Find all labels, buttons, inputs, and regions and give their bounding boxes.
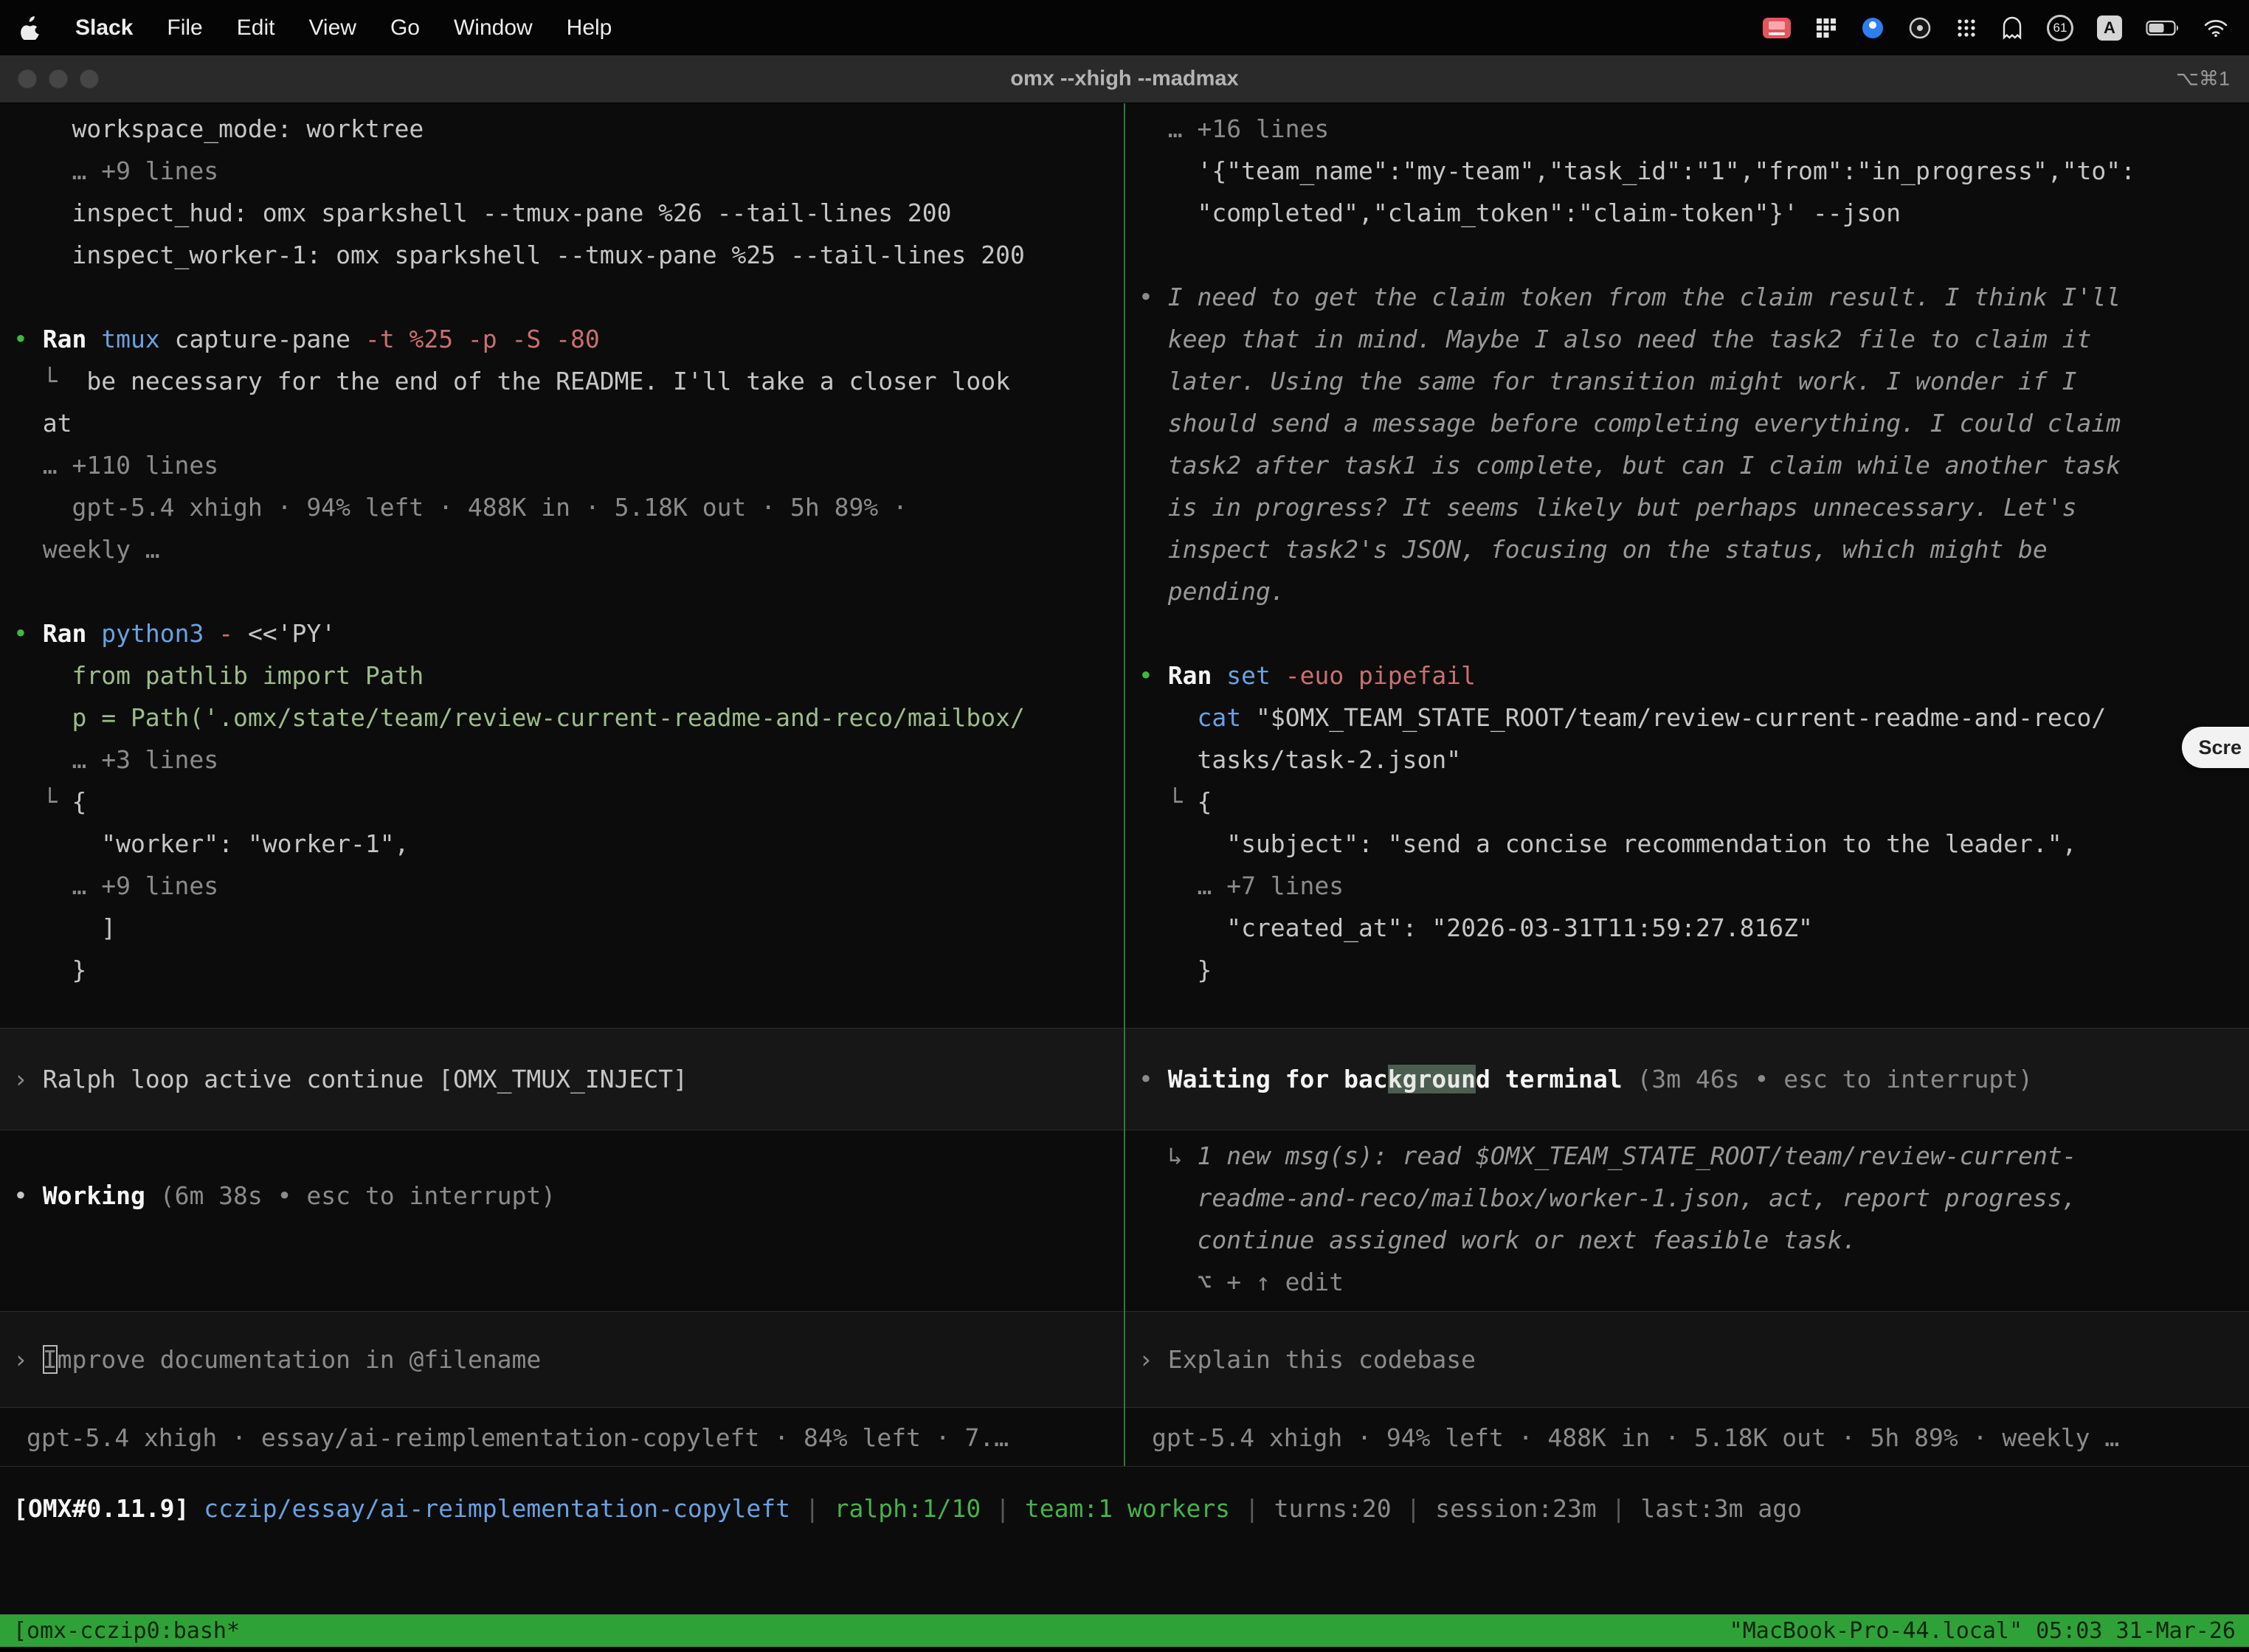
- terminal-line: • Ran tmux capture-pane -t %25 -p -S -80: [13, 318, 1124, 360]
- terminal-line: … +110 lines: [13, 444, 1124, 486]
- screen-overlay-button[interactable]: Scre: [2182, 727, 2249, 768]
- terminal-line: task2 after task1 is complete, but can I…: [1139, 444, 2249, 486]
- terminal-line: • I need to get the claim token from the…: [1139, 276, 2249, 318]
- window-shortcut-hint: ⌥⌘1: [2176, 68, 2230, 91]
- terminal-line: "worker": "worker-1",: [13, 823, 1124, 865]
- terminal-line: pending.: [1139, 570, 2249, 612]
- tmux-host-clock: "MacBook-Pro-44.local" 05:03 31-Mar-26: [1730, 1610, 2236, 1652]
- terminal-line: [13, 276, 1124, 318]
- left-pane-transcript: workspace_mode: worktree … +9 lines insp…: [13, 108, 1124, 991]
- terminal-line: inspect_worker-1: omx sparkshell --tmux-…: [13, 234, 1124, 276]
- terminal-line: └ be necessary for the end of the README…: [13, 360, 1124, 402]
- terminal-line: › Explain this codebase: [1139, 1338, 2249, 1380]
- menu-item-window[interactable]: Window: [454, 15, 533, 41]
- menu-item-go[interactable]: Go: [390, 15, 420, 41]
- active-app-name[interactable]: Slack: [75, 15, 133, 41]
- terminal-line: is in progress? It seems likely but perh…: [1139, 486, 2249, 528]
- terminal-line: tasks/task-2.json": [1139, 739, 2249, 781]
- terminal-line: readme-and-reco/mailbox/worker-1.json, a…: [1139, 1177, 2249, 1219]
- terminal-line: ⌥ + ↑ edit: [1139, 1261, 2249, 1303]
- terminal-line: … +9 lines: [13, 150, 1124, 192]
- mailbox-message: ↳ 1 new msg(s): read $OMX_TEAM_STATE_ROO…: [1139, 1135, 2249, 1303]
- terminal-line: … +16 lines: [1139, 108, 2249, 150]
- battery-icon[interactable]: [2146, 15, 2180, 41]
- terminal-line: workspace_mode: worktree: [13, 108, 1124, 150]
- blue-app-icon[interactable]: [1861, 15, 1884, 41]
- battery-percent-badge[interactable]: 61: [2047, 15, 2073, 41]
- menu-item-edit[interactable]: Edit: [237, 15, 275, 41]
- window-title-bar: omx --xhigh --madmax ⌥⌘1: [0, 55, 2249, 103]
- left-pane[interactable]: workspace_mode: worktree … +9 lines insp…: [0, 103, 1124, 1466]
- menu-item-view[interactable]: View: [308, 15, 356, 41]
- dark-app-icon[interactable]: [1908, 15, 1932, 41]
- prompt-input-right[interactable]: › Explain this codebase: [1125, 1311, 2249, 1408]
- tmux-panes: workspace_mode: worktree … +9 lines insp…: [0, 103, 2249, 1467]
- right-pane[interactable]: … +16 lines '{"team_name":"my-team","tas…: [1124, 103, 2249, 1466]
- terminal-line: › Ralph loop active continue [OMX_TMUX_I…: [13, 1058, 1124, 1100]
- working-status: • Working (6m 38s • esc to interrupt): [13, 1175, 1124, 1217]
- terminal-line: … +9 lines: [13, 865, 1124, 907]
- apple-menu-icon[interactable]: [21, 16, 41, 40]
- terminal-line: ]: [13, 907, 1124, 949]
- right-pane-footer: › Explain this codebase gpt-5.4 xhigh · …: [1125, 1311, 2249, 1466]
- terminal-line: "created_at": "2026-03-31T11:59:27.816Z": [1139, 907, 2249, 949]
- terminal-line: … +7 lines: [1139, 865, 2249, 907]
- prompt-input-left[interactable]: › Improve documentation in @filename: [0, 1311, 1124, 1408]
- terminal-line: • Waiting for background terminal (3m 46…: [1139, 1058, 2249, 1100]
- terminal-line: [13, 570, 1124, 612]
- terminal-line: • Ran set -euo pipefail: [1139, 654, 2249, 697]
- terminal-line: keep that in mind. Maybe I also need the…: [1139, 318, 2249, 360]
- terminal-line: [1139, 612, 2249, 654]
- terminal-line: should send a message before completing …: [1139, 402, 2249, 444]
- terminal-window: workspace_mode: worktree … +9 lines insp…: [0, 103, 2249, 1647]
- left-pane-footer: › Improve documentation in @filename gpt…: [0, 1311, 1124, 1466]
- terminal-line: later. Using the same for transition mig…: [1139, 360, 2249, 402]
- terminal-line: p = Path('.omx/state/team/review-current…: [13, 697, 1124, 739]
- terminal-line: [OMX#0.11.9] cczip/essay/ai-reimplementa…: [13, 1487, 2249, 1530]
- terminal-line: }: [1139, 949, 2249, 991]
- terminal-line: inspect_hud: omx sparkshell --tmux-pane …: [13, 192, 1124, 234]
- terminal-line: gpt-5.4 xhigh · 94% left · 488K in · 5.1…: [13, 486, 1124, 528]
- tmux-status-bar: [omx-cczip0:bash* "MacBook-Pro-44.local"…: [0, 1614, 2249, 1647]
- tmux-session-label: [omx-cczip0:bash*: [13, 1610, 240, 1652]
- terminal-line: }: [13, 949, 1124, 991]
- ghost-app-icon[interactable]: [2001, 15, 2023, 41]
- terminal-line: from pathlib import Path: [13, 654, 1124, 697]
- terminal-line: └ {: [1139, 781, 2249, 823]
- right-pane-transcript: … +16 lines '{"team_name":"my-team","tas…: [1139, 108, 2249, 991]
- grid-app-icon[interactable]: [1815, 15, 1837, 41]
- terminal-line: '{"team_name":"my-team","task_id":"1","f…: [1139, 150, 2249, 192]
- terminal-line: cat "$OMX_TEAM_STATE_ROOT/team/review-cu…: [1139, 697, 2249, 739]
- app-switcher-dots-icon[interactable]: [1955, 15, 1977, 41]
- terminal-line: • Ran python3 - <<'PY': [13, 612, 1124, 654]
- ralph-loop-notice: › Ralph loop active continue [OMX_TMUX_I…: [0, 1028, 1124, 1130]
- terminal-line: "subject": "send a concise recommendatio…: [1139, 823, 2249, 865]
- terminal-line: • Working (6m 38s • esc to interrupt): [13, 1175, 1124, 1217]
- wifi-icon[interactable]: [2203, 15, 2228, 41]
- terminal-line: … +3 lines: [13, 739, 1124, 781]
- window-title: omx --xhigh --madmax: [1010, 67, 1238, 91]
- right-model-status: gpt-5.4 xhigh · 94% left · 488K in · 5.1…: [1125, 1417, 2249, 1459]
- input-source-icon[interactable]: A: [2097, 15, 2122, 41]
- zoom-button[interactable]: [80, 69, 99, 89]
- omx-session-status: [OMX#0.11.9] cczip/essay/ai-reimplementa…: [0, 1487, 2249, 1530]
- terminal-line: weekly …: [13, 528, 1124, 570]
- terminal-line: "completed","claim_token":"claim-token"}…: [1139, 192, 2249, 234]
- left-model-status: gpt-5.4 xhigh · essay/ai-reimplementatio…: [0, 1417, 1124, 1459]
- close-button[interactable]: [18, 69, 37, 89]
- menu-item-file[interactable]: File: [167, 15, 202, 41]
- terminal-line: at: [13, 402, 1124, 444]
- terminal-line: ↳ 1 new msg(s): read $OMX_TEAM_STATE_ROO…: [1139, 1135, 2249, 1177]
- terminal-line: › Improve documentation in @filename: [13, 1338, 1124, 1380]
- menu-item-help[interactable]: Help: [567, 15, 612, 41]
- terminal-line: └ {: [13, 781, 1124, 823]
- waiting-terminal-notice: • Waiting for background terminal (3m 46…: [1125, 1028, 2249, 1130]
- screen-recording-icon[interactable]: [1762, 15, 1792, 41]
- terminal-line: [1139, 234, 2249, 276]
- minimize-button[interactable]: [49, 69, 68, 89]
- menu-bar: Slack File Edit View Go Window Help 61 A: [0, 0, 2249, 55]
- terminal-line: continue assigned work or next feasible …: [1139, 1219, 2249, 1261]
- terminal-line: inspect task2's JSON, focusing on the st…: [1139, 528, 2249, 570]
